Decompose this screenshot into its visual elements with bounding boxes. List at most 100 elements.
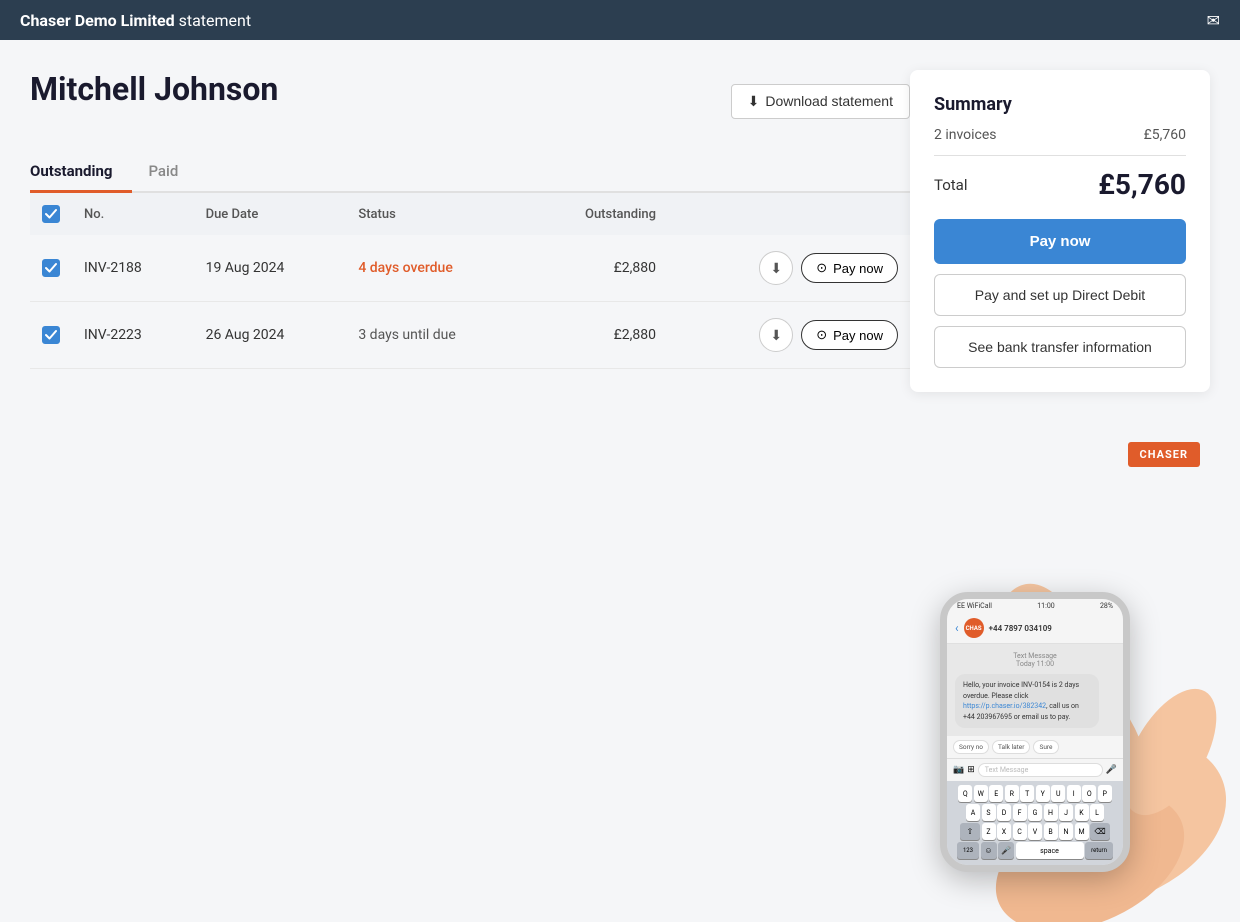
quick-reply-sure[interactable]: Sure — [1033, 740, 1058, 754]
phone-messages: Text Message Today 11:00 Hello, your inv… — [947, 644, 1123, 736]
key-b[interactable]: B — [1044, 823, 1058, 840]
send-icon[interactable]: 🎤 — [1106, 765, 1117, 775]
key-m[interactable]: M — [1075, 823, 1089, 840]
apps-icon[interactable]: ⊞ — [967, 765, 975, 775]
tab-paid[interactable]: Paid — [148, 152, 198, 193]
bank-info-button[interactable]: See bank transfer information — [934, 326, 1186, 368]
quick-replies: Sorry no Talk later Sure — [947, 736, 1123, 758]
tabs-container: Outstanding Paid — [30, 152, 910, 193]
key-x[interactable]: X — [997, 823, 1011, 840]
message-date-label: Text Message Today 11:00 — [955, 652, 1115, 668]
row2-actions: ⬇ ⊙ Pay now — [668, 302, 910, 369]
text-input[interactable]: Text Message — [978, 763, 1103, 777]
summary-divider — [934, 155, 1186, 156]
key-backspace[interactable]: ⌫ — [1090, 823, 1110, 840]
key-n[interactable]: N — [1059, 823, 1073, 840]
col-header-actions — [668, 193, 910, 235]
key-c[interactable]: C — [1013, 823, 1027, 840]
contact-number: +44 7897 034109 — [989, 624, 1052, 633]
summary-total-amount: £5,760 — [1098, 168, 1186, 201]
quick-reply-talk[interactable]: Talk later — [992, 740, 1030, 754]
key-space[interactable]: space — [1016, 842, 1084, 859]
download-statement-button[interactable]: ⬇ Download statement — [731, 84, 910, 119]
row1-select-cell — [30, 235, 72, 302]
row1-status: 4 days overdue — [346, 235, 526, 302]
table-header-row: No. Due Date Status Outstanding — [30, 193, 910, 235]
summary-invoices-row: 2 invoices £5,760 — [934, 127, 1186, 143]
tab-outstanding[interactable]: Outstanding — [30, 152, 132, 193]
row2-download-button[interactable]: ⬇ — [759, 318, 793, 352]
message-link[interactable]: https://p.chaser.io/382342 — [963, 702, 1046, 710]
pay-circle2-icon: ⊙ — [816, 327, 827, 343]
col-header-status: Status — [346, 193, 526, 235]
key-y[interactable]: Y — [1036, 785, 1050, 802]
key-e[interactable]: E — [989, 785, 1003, 802]
row1-due-date: 19 Aug 2024 — [194, 235, 347, 302]
key-v[interactable]: V — [1028, 823, 1042, 840]
quick-reply-sorry[interactable]: Sorry no — [953, 740, 989, 754]
row1-download-button[interactable]: ⬇ — [759, 251, 793, 285]
key-p[interactable]: P — [1098, 785, 1112, 802]
pay-now-button[interactable]: Pay now — [934, 219, 1186, 264]
row2-checkbox[interactable] — [42, 326, 60, 344]
back-icon[interactable]: ‹ — [955, 621, 959, 635]
invoice-table: No. Due Date Status Outstanding — [30, 193, 910, 369]
key-z[interactable]: Z — [982, 823, 996, 840]
row1-checkbox[interactable] — [42, 259, 60, 277]
download-row-icon: ⬇ — [770, 260, 782, 277]
key-q[interactable]: Q — [958, 785, 972, 802]
key-u[interactable]: U — [1051, 785, 1065, 802]
pay-direct-debit-button[interactable]: Pay and set up Direct Debit — [934, 274, 1186, 316]
key-w[interactable]: W — [974, 785, 988, 802]
phone-header: ‹ CHAS +44 7897 034109 — [947, 613, 1123, 644]
row2-outstanding: £2,880 — [527, 302, 668, 369]
key-k[interactable]: K — [1075, 804, 1089, 821]
col-header-due-date: Due Date — [194, 193, 347, 235]
row1-pay-button[interactable]: ⊙ Pay now — [801, 253, 898, 283]
key-return[interactable]: return — [1085, 842, 1113, 859]
summary-total-row: Total £5,760 — [934, 168, 1186, 201]
table-row: INV-2223 26 Aug 2024 3 days until due £2… — [30, 302, 910, 369]
camera-icon[interactable]: 📷 — [953, 765, 964, 775]
phone-input-area: 📷 ⊞ Text Message 🎤 — [947, 758, 1123, 781]
key-t[interactable]: T — [1020, 785, 1034, 802]
row2-number: INV-2223 — [72, 302, 194, 369]
key-h[interactable]: H — [1044, 804, 1058, 821]
key-r[interactable]: R — [1005, 785, 1019, 802]
key-i[interactable]: I — [1067, 785, 1081, 802]
topbar-title: Chaser Demo Limited statement — [20, 11, 251, 30]
phone-keyboard: Q W E R T Y U I O P A S — [947, 781, 1123, 865]
table-row: INV-2188 19 Aug 2024 4 days overdue £2,8… — [30, 235, 910, 302]
phone-status-bar: EE WiFiCall 11:00 28% — [947, 599, 1123, 613]
key-g[interactable]: G — [1028, 804, 1042, 821]
key-shift[interactable]: ⇧ — [960, 823, 980, 840]
row2-status: 3 days until due — [346, 302, 526, 369]
phone-battery: 28% — [1100, 602, 1113, 610]
summary-total-label: Total — [934, 176, 968, 194]
phone-time: 11:00 — [1037, 602, 1054, 610]
key-o[interactable]: O — [1082, 785, 1096, 802]
row2-pay-button[interactable]: ⊙ Pay now — [801, 320, 898, 350]
col-header-outstanding: Outstanding — [527, 193, 668, 235]
key-s[interactable]: S — [982, 804, 996, 821]
contact-info: +44 7897 034109 — [989, 624, 1052, 633]
phone-mockup: EE WiFiCall 11:00 28% ‹ CHAS +44 7897 03… — [940, 592, 1130, 872]
select-all-checkbox[interactable] — [42, 205, 60, 223]
key-j[interactable]: J — [1059, 804, 1073, 821]
chaser-logo-badge: CHASER — [1128, 442, 1200, 467]
message-bubble: Hello, your invoice INV-0154 is 2 days o… — [955, 674, 1099, 728]
key-emoji[interactable]: ☺ — [981, 842, 997, 859]
key-mic[interactable]: 🎤 — [998, 842, 1014, 859]
keyboard-row-4: 123 ☺ 🎤 space return — [949, 842, 1121, 859]
key-l[interactable]: L — [1090, 804, 1104, 821]
key-123[interactable]: 123 — [957, 842, 979, 859]
topbar: Chaser Demo Limited statement ✉ — [0, 0, 1240, 40]
email-icon[interactable]: ✉ — [1207, 11, 1220, 30]
page-title: Mitchell Johnson — [30, 70, 278, 108]
contact-avatar: CHAS — [964, 618, 984, 638]
key-a[interactable]: A — [966, 804, 980, 821]
keyboard-row-2: A S D F G H J K L — [949, 804, 1121, 821]
row1-actions: ⬇ ⊙ Pay now — [668, 235, 910, 302]
key-d[interactable]: D — [997, 804, 1011, 821]
key-f[interactable]: F — [1013, 804, 1027, 821]
